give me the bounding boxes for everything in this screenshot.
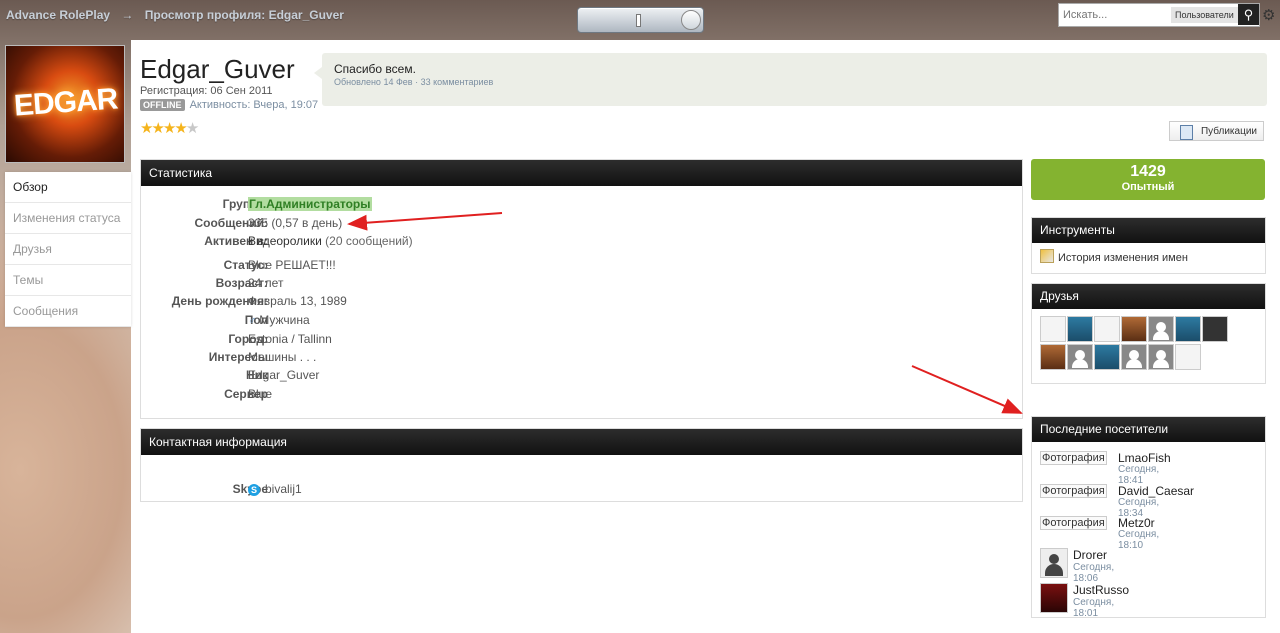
- annotation-arrow-posts: [347, 212, 503, 231]
- annotation-arrows: [347, 212, 1023, 414]
- annotation-arrow-visitors: [911, 365, 1023, 414]
